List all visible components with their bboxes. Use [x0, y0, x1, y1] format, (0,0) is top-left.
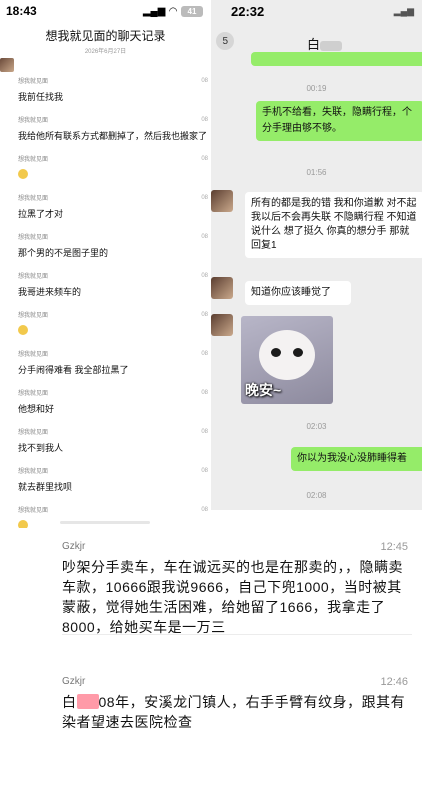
list-item: 想我就见面 08 找不到我人	[0, 419, 211, 458]
message-time: 08	[201, 78, 208, 84]
sticker-caption: 晚安~	[245, 382, 282, 398]
battery-icon: 41	[181, 5, 203, 17]
message-bubble-out: 手机不给看，失联，隐瞒行程，个分手理由够不够。	[256, 101, 422, 141]
message-time: 08	[201, 234, 208, 240]
message-time: 08	[201, 507, 208, 513]
signal-icon: ▂▄▆	[142, 5, 166, 17]
status-time: 18:43	[6, 4, 37, 18]
message-time: 08	[201, 195, 208, 201]
list-item: 想我就见面 08 我前任找我	[0, 68, 211, 107]
divider	[60, 521, 150, 524]
message-sender: 想我就见面	[18, 274, 49, 280]
history-title: 想我就见面的聊天记录	[45, 29, 166, 43]
comment-user[interactable]: Gzkjr	[62, 676, 412, 687]
message-sender: 想我就见面	[18, 313, 49, 319]
list-item: 想我就见面 08	[0, 146, 211, 185]
status-time: 22:32	[231, 3, 265, 19]
message-bubble-out	[251, 52, 422, 66]
comment-2: Gzkjr 12:46 白 08年，安溪龙门镇人，右手手臂有纹身，跟其有染者望速去…	[62, 676, 412, 732]
message-time: 08	[201, 117, 208, 123]
list-item: 想我就见面 08 我给他所有联系方式都删掉了，然后我也搬家了	[0, 107, 211, 146]
message-sender: 想我就见面	[18, 79, 49, 85]
timestamp: 01:56	[306, 168, 327, 177]
message-sender: 想我就见面	[18, 118, 49, 124]
list-item: 想我就见面 08 我哥进来频车的	[0, 263, 211, 302]
comment-separator	[62, 634, 412, 635]
list-item: 想我就见面 08	[0, 302, 211, 341]
unread-badge[interactable]: 5	[216, 32, 235, 50]
message-sender: 想我就见面	[18, 352, 49, 358]
message-text: 就去群里找呗	[18, 482, 73, 492]
comment-text: 白 08年，安溪龙门镇人，右手手臂有纹身，跟其有染者望速去医院检查	[62, 694, 406, 730]
message-bubble-in: 所有的都是我的错 我和你道歉 对不起 我以后不会再失联 不隐瞒行程 不知道说什么…	[245, 192, 422, 258]
comment-time: 12:46	[380, 676, 408, 688]
message-time: 08	[201, 312, 208, 318]
message-text: 他想和好	[18, 404, 55, 414]
chat-history-pane: 18:43 ▂▄▆ ◠ 41 想我就见面的聊天记录 2026年6月27日 想我就…	[0, 0, 211, 528]
message-sender: 想我就见面	[18, 508, 49, 514]
history-date: 2026年6月27日	[84, 49, 127, 55]
cat-eye	[271, 348, 281, 357]
message-text: 我哥进来频车的	[18, 287, 82, 297]
message-time: 08	[201, 429, 208, 435]
message-text: 分手闹得难看 我全部拉黑了	[18, 365, 129, 375]
comment-time: 12:45	[380, 541, 408, 553]
comment-user[interactable]: Gzkjr	[62, 541, 412, 552]
message-text: 拉黑了才对	[18, 209, 64, 219]
list-item: 想我就见面 08 就去群里找呗	[0, 458, 211, 497]
cat-eye	[293, 348, 303, 357]
emoji-icon	[18, 520, 28, 528]
contact-name: 白	[307, 34, 343, 53]
contact-avatar	[211, 190, 233, 212]
status-bar: 18:43 ▂▄▆ ◠ 41	[0, 0, 211, 22]
message-sender: 想我就见面	[18, 157, 49, 163]
status-bar: 22:32 ▂▄▆	[211, 0, 422, 22]
comment-text: 吵架分手卖车，车在诚远买的也是在那卖的，，隐瞒卖车款，10666跟我说9666，…	[62, 559, 403, 635]
timestamp: 00:19	[306, 84, 327, 93]
message-time: 08	[201, 468, 208, 474]
redacted-mark	[76, 694, 99, 709]
cat-sticker[interactable]: 晚安~	[241, 316, 333, 404]
timestamp: 02:03	[306, 422, 327, 431]
message-bubble-out: 你以为我没心没肺睡得着	[291, 447, 422, 471]
list-item: 想我就见面 08 他想和好	[0, 380, 211, 419]
signal-icon: ▂▄▆	[393, 5, 414, 16]
message-sender: 想我就见面	[18, 430, 49, 436]
message-text: 那个男的不是图子里的	[18, 248, 109, 258]
cat-face	[259, 330, 315, 380]
wifi-icon: ◠	[169, 5, 177, 17]
contact-avatar	[211, 277, 233, 299]
message-time: 08	[201, 351, 208, 357]
history-list: 想我就见面 08 我前任找我 想我就见面 08 我给他所有联系方式都删掉了，然后我也搬家了…	[0, 68, 211, 528]
list-item: 想我就见面 08 拉黑了才对	[0, 185, 211, 224]
status-icons: ▂▄▆ ◠ 41	[142, 5, 203, 17]
message-sender: 想我就见面	[18, 196, 49, 202]
message-text: 我前任找我	[18, 92, 64, 102]
list-item: 想我就见面 08 那个男的不是图子里的	[0, 224, 211, 263]
message-time: 08	[201, 273, 208, 279]
message-text: 我给他所有联系方式都删掉了，然后我也搬家了	[18, 131, 208, 141]
contact-avatar	[211, 314, 233, 336]
emoji-icon	[18, 325, 28, 335]
message-text: 找不到我人	[18, 443, 64, 453]
comment-1: Gzkjr 12:45 吵架分手卖车，车在诚远买的也是在那卖的，，隐瞒卖车款，1…	[62, 541, 412, 637]
message-time: 08	[201, 156, 208, 162]
message-sender: 想我就见面	[18, 391, 49, 397]
conversation-pane: 22:32 ▂▄▆ ‹ 5 白 00:19 手机不给看，失联，隐瞒行程，个分手理…	[211, 0, 422, 510]
history-header: 想我就见面的聊天记录 2026年6月27日	[0, 22, 211, 68]
message-bubble-in: 知道你应该睡觉了	[245, 281, 351, 305]
message-sender: 想我就见面	[18, 235, 49, 241]
emoji-icon	[18, 169, 28, 179]
list-item: 想我就见面 08 分手闹得难看 我全部拉黑了	[0, 341, 211, 380]
message-sender: 想我就见面	[18, 469, 49, 475]
timestamp: 02:08	[306, 491, 327, 500]
message-time: 08	[201, 390, 208, 396]
